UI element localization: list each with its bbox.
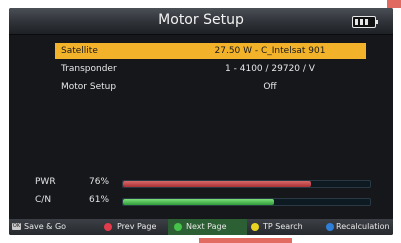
satellite-label: Satellite: [61, 46, 98, 56]
footer-bar: OK Save & Go Prev Page Next Page TP Sear…: [9, 219, 393, 235]
pwr-percent: 76%: [89, 177, 110, 187]
blue-key-icon: [326, 223, 334, 231]
prev-page-button[interactable]: Prev Page: [91, 219, 168, 235]
bottom-accent: [199, 238, 292, 243]
recalculation-label: Recalculation: [336, 222, 390, 231]
pwr-meter: [122, 180, 371, 188]
transponder-label: Transponder: [61, 64, 117, 74]
save-go-button[interactable]: OK Save & Go: [9, 219, 91, 235]
title-bar: Motor Setup: [9, 8, 393, 35]
transponder-value: 1 - 4100 / 29720 / V: [225, 64, 315, 74]
recalculation-button[interactable]: Recalculation: [323, 219, 393, 235]
satellite-value: 27.50 W - C_Intelsat 901: [214, 46, 326, 56]
motor-setup-row[interactable]: Motor Setup Off: [55, 79, 366, 95]
page-title: Motor Setup: [158, 12, 244, 28]
pwr-meter-fill: [123, 181, 311, 187]
green-key-icon: [174, 223, 182, 231]
tp-search-button[interactable]: TP Search: [247, 219, 323, 235]
cn-meter: [122, 198, 371, 206]
prev-page-label: Prev Page: [117, 222, 157, 231]
red-key-icon: [104, 223, 112, 231]
battery-icon: [352, 16, 378, 28]
ok-key-icon: OK: [12, 223, 21, 230]
tp-search-label: TP Search: [263, 222, 303, 231]
save-go-label: Save & Go: [24, 222, 67, 231]
satellite-row[interactable]: Satellite 27.50 W - C_Intelsat 901: [55, 43, 366, 59]
cn-meter-fill: [123, 199, 274, 205]
motor-setup-value: Off: [263, 82, 277, 92]
top-right-accent: [387, 0, 401, 8]
screen: Motor Setup Satellite 27.50 W - C_Intels…: [9, 8, 393, 235]
next-page-label: Next Page: [186, 222, 227, 231]
cn-label: C/N: [35, 195, 52, 205]
pwr-label: PWR: [35, 177, 56, 187]
motor-setup-label: Motor Setup: [61, 82, 117, 92]
cn-percent: 61%: [89, 195, 110, 205]
settings-panel: Satellite 27.50 W - C_Intelsat 901 Trans…: [9, 35, 393, 219]
next-page-button[interactable]: Next Page: [168, 219, 247, 235]
yellow-key-icon: [251, 223, 259, 231]
transponder-row[interactable]: Transponder 1 - 4100 / 29720 / V: [55, 61, 366, 77]
